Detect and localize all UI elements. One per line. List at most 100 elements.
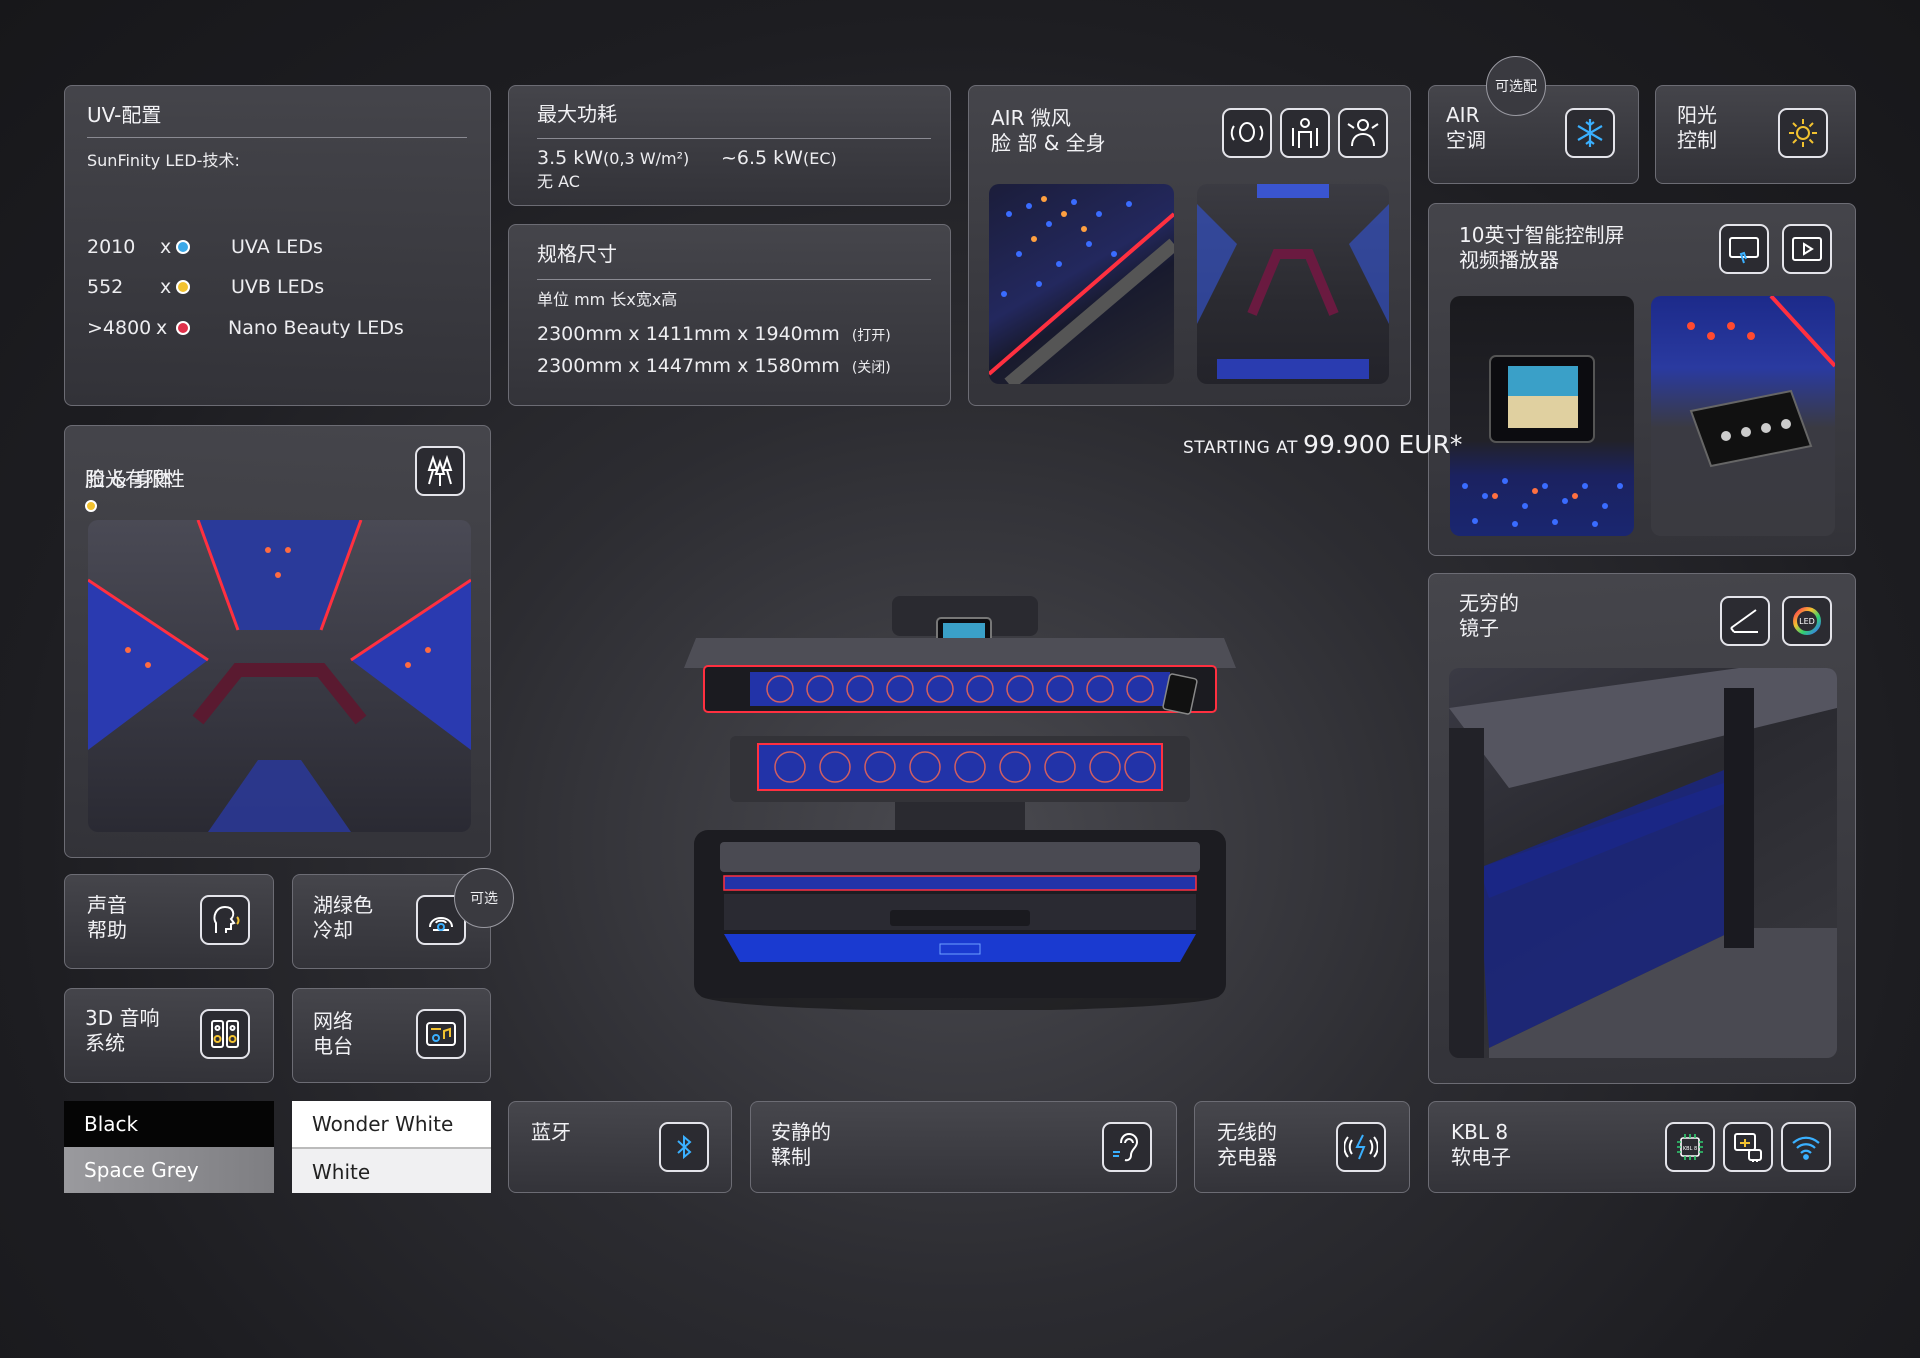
dimensions-title: 规格尺寸 — [537, 242, 617, 266]
uva-dot-icon — [176, 240, 190, 254]
wifi-icon — [1781, 1122, 1831, 1172]
aqua-cool-title: 湖绿色 冷却 — [313, 893, 373, 942]
power-no-ac: 无 AC — [537, 172, 580, 191]
full-body-fan-icon — [1338, 108, 1388, 158]
air-photo-bottom — [1197, 184, 1389, 384]
uvb-times: x — [160, 276, 172, 298]
color-wonder-white-label: Wonder White — [292, 1101, 491, 1147]
dimensions-open-value: 2300mm x 1411mm x 1940mm — [537, 323, 840, 345]
sun-control-card: 阳光 控制 — [1655, 85, 1856, 184]
dimensions-closed: 2300mm x 1447mm x 1580mm (关闭) — [537, 354, 891, 380]
voice-head-icon — [200, 895, 250, 945]
screen-title: 10英寸智能控制屏 视频播放器 — [1459, 223, 1625, 272]
dimensions-closed-value: 2300mm x 1447mm x 1580mm — [537, 355, 840, 377]
sun-control-title: 阳光 控制 — [1677, 103, 1717, 152]
sound3d-card: 3D 音响 系统 — [64, 988, 274, 1083]
spotlight-icon — [415, 446, 465, 496]
yellow-dot-icon — [85, 499, 97, 512]
uva-count: 2010 — [87, 236, 136, 258]
dimensions-card: 规格尺寸 单位 mm 长x宽x高 2300mm x 1411mm x 1940m… — [508, 224, 951, 406]
power-card: 最大功耗 3.5 kW(0,3 W/m²) ~6.5 kW(EC) 无 AC — [508, 85, 951, 206]
tanning-bed-image — [680, 590, 1240, 1011]
led-label: LED — [1799, 617, 1815, 626]
power-value: 3.5 kW — [537, 147, 604, 169]
wireless-charge-icon — [1336, 1122, 1386, 1172]
color-space-grey-label: Space Grey — [64, 1147, 274, 1193]
infinite-mirror-title: 无穷的 镜子 — [1459, 591, 1519, 640]
dimensions-unit: 单位 mm 长x宽x高 — [537, 290, 678, 309]
uva-label: UVA LEDs — [231, 236, 323, 258]
air-title: AIR 微风 脸 部 & 全身 — [991, 106, 1106, 155]
screen-card: 10英寸智能控制屏 视频播放器 — [1428, 203, 1856, 556]
power-value-ec: ~6.5 kW — [721, 147, 803, 169]
uvb-count: 552 — [87, 276, 124, 298]
bluetooth-title: 蓝牙 — [531, 1120, 571, 1144]
color-black-label: Black — [64, 1101, 274, 1147]
power-title: 最大功耗 — [537, 102, 617, 126]
nano-times: x — [156, 317, 168, 339]
infinite-mirror-photo — [1449, 668, 1837, 1058]
network-icon — [1723, 1122, 1773, 1172]
power-ec-label: (EC) — [802, 149, 837, 168]
sun-limited-subtitle: 脸 & 身体 — [85, 467, 174, 491]
uv-config-title: UV-配置 — [87, 103, 162, 127]
uv-config-card: UV-配置 SunFinity LED-技术: 2010 x UVA LEDs … — [64, 85, 491, 406]
snowflake-icon — [1565, 108, 1615, 158]
kbl-title: KBL 8 软电子 — [1451, 1120, 1511, 1169]
touchscreen-icon — [1719, 224, 1769, 274]
sun-gear-icon — [1778, 108, 1828, 158]
wireless-title: 无线的 充电器 — [1217, 1120, 1277, 1169]
face-fan-icon — [1222, 108, 1272, 158]
kbl-card: KBL 8 软电子 KBL 8 — [1428, 1101, 1856, 1193]
web-radio-icon — [416, 1009, 466, 1059]
nano-label: Nano Beauty LEDs — [228, 317, 404, 339]
quiet-title: 安静的 鞣制 — [771, 1120, 831, 1169]
nano-dot-icon — [176, 321, 190, 335]
ear-icon — [1102, 1122, 1152, 1172]
power-line1: 3.5 kW(0,3 W/m²) — [537, 146, 689, 171]
sun-limited-card: 阳光有限性 脸 & 身体 — [64, 425, 491, 858]
divider — [537, 279, 931, 280]
wireless-card: 无线的 充电器 — [1194, 1101, 1410, 1193]
body-fan-icon — [1280, 108, 1330, 158]
air-con-title: AIR 空调 — [1446, 103, 1486, 152]
radio-card: 网络 电台 — [292, 988, 491, 1083]
bluetooth-card: 蓝牙 — [508, 1101, 732, 1193]
color-white-label: White — [292, 1147, 491, 1193]
uva-times: x — [160, 236, 172, 258]
sun-limited-photo — [88, 520, 471, 832]
price-tag: STARTING AT 99.900 EUR* — [1183, 430, 1462, 459]
sound3d-title: 3D 音响 系统 — [85, 1006, 160, 1055]
nano-count: >4800 — [87, 317, 152, 339]
air-photo-top — [989, 184, 1174, 384]
led-ring-icon: LED — [1782, 596, 1832, 646]
screen-photo-left — [1450, 296, 1634, 536]
speakers-icon — [200, 1009, 250, 1059]
power-line1b: ~6.5 kW(EC) — [721, 146, 837, 171]
voice-help-card: 声音 帮助 — [64, 874, 274, 969]
optional-badge: 可选配 — [1486, 56, 1546, 116]
dimensions-closed-note: (关闭) — [851, 360, 891, 376]
bluetooth-icon — [659, 1122, 709, 1172]
video-player-icon — [1782, 224, 1832, 274]
mirror-icon — [1720, 596, 1770, 646]
power-density: (0,3 W/m²) — [603, 149, 690, 168]
chip-icon: KBL 8 — [1665, 1122, 1715, 1172]
uvb-label: UVB LEDs — [231, 276, 325, 298]
price-prefix: STARTING AT — [1183, 438, 1298, 458]
uvb-dot-icon — [176, 280, 190, 294]
divider — [537, 138, 931, 139]
uv-config-subtitle: SunFinity LED-技术: — [87, 151, 240, 170]
divider — [87, 137, 467, 138]
air-card: AIR 微风 脸 部 & 全身 — [968, 85, 1411, 406]
quiet-card: 安静的 鞣制 — [750, 1101, 1177, 1193]
voice-help-title: 声音 帮助 — [87, 893, 127, 942]
optional-badge: 可选 — [454, 868, 514, 928]
dimensions-open-note: (打开) — [851, 328, 891, 344]
infinite-mirror-card: 无穷的 镜子 LED — [1428, 573, 1856, 1084]
dimensions-open: 2300mm x 1411mm x 1940mm (打开) — [537, 322, 891, 348]
price-value: 99.900 EUR* — [1303, 430, 1463, 459]
chip-label: KBL 8 — [1683, 1146, 1697, 1152]
screen-photo-right — [1651, 296, 1835, 536]
radio-title: 网络 电台 — [313, 1009, 353, 1058]
